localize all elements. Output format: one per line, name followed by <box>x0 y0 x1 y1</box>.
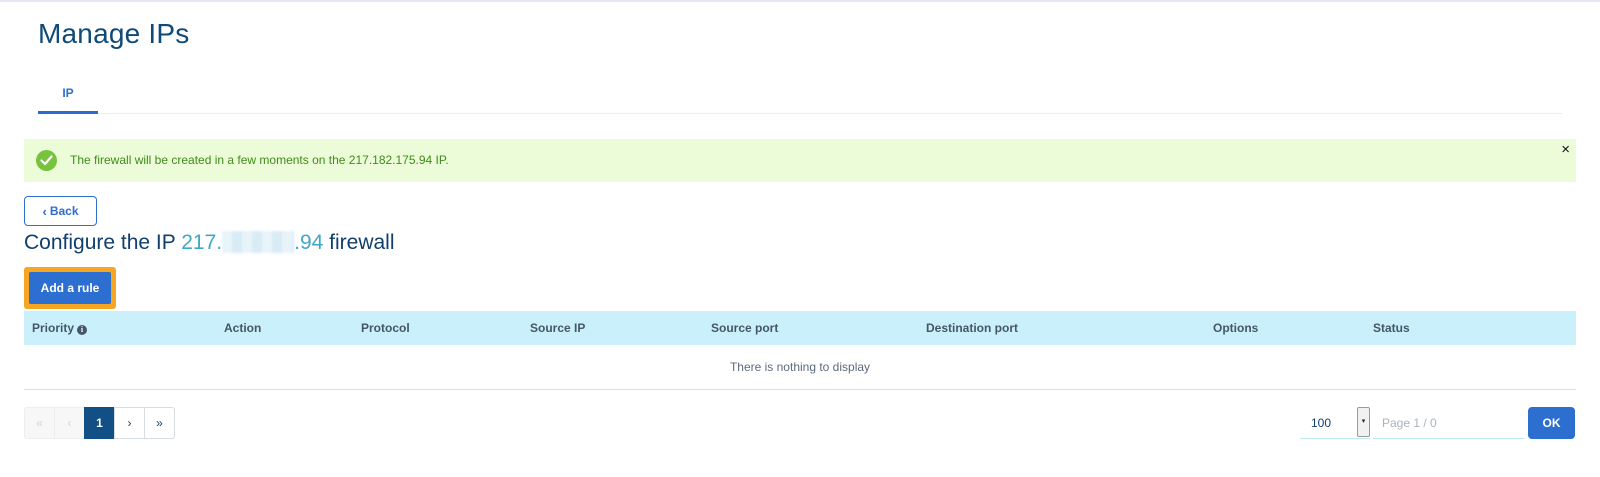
ok-button[interactable]: OK <box>1528 407 1575 439</box>
alert-message: The firewall will be created in a few mo… <box>70 153 449 167</box>
first-page-icon[interactable]: « <box>24 407 55 439</box>
page-title: Manage IPs <box>38 18 190 49</box>
column-source-port[interactable]: Source port <box>711 321 778 335</box>
add-rule-highlight: Add a rule <box>24 267 116 309</box>
column-priority[interactable]: Priority i <box>32 321 88 335</box>
redacted-ip-segment <box>222 231 295 253</box>
back-button-label: Back <box>49 204 79 218</box>
chevron-left-icon: ‹ <box>42 203 47 219</box>
last-page-icon[interactable]: » <box>144 407 175 439</box>
heading-prefix: Configure the IP <box>24 231 176 254</box>
check-circle-icon <box>36 150 57 171</box>
empty-table-message: There is nothing to display <box>24 345 1576 390</box>
page-size-value: 100 <box>1311 416 1332 430</box>
column-action[interactable]: Action <box>224 321 261 335</box>
success-alert: The firewall will be created in a few mo… <box>24 139 1576 182</box>
ip-start: 217. <box>181 231 223 254</box>
back-button[interactable]: ‹ Back <box>24 196 97 226</box>
page-number-current[interactable]: 1 <box>84 407 115 439</box>
ip-end: .94 <box>294 231 324 254</box>
column-status[interactable]: Status <box>1373 321 1410 335</box>
dropdown-caret-icon[interactable]: ▾ <box>1357 407 1370 437</box>
heading-suffix: firewall <box>329 231 395 254</box>
table-header: Priority i Action Protocol Source IP Sour… <box>24 311 1576 345</box>
info-icon[interactable]: i <box>77 325 88 335</box>
top-border <box>0 0 1600 2</box>
configure-firewall-heading: Configure the IP 217. .94 firewall <box>24 231 395 255</box>
add-rule-button[interactable]: Add a rule <box>29 272 111 304</box>
column-options[interactable]: Options <box>1213 321 1258 335</box>
page-number-input[interactable] <box>1373 407 1525 439</box>
firewall-rules-table: Priority i Action Protocol Source IP Sour… <box>24 311 1576 390</box>
tab-bar: IP <box>38 80 1562 114</box>
page-size-select[interactable]: 100 ▾ <box>1300 407 1370 439</box>
ip-address[interactable]: 217. .94 <box>181 231 323 254</box>
close-icon[interactable]: × <box>1561 142 1570 157</box>
tab-ip[interactable]: IP <box>38 80 98 114</box>
pagination: « ‹ 1 › » <box>24 407 175 439</box>
previous-page-icon[interactable]: ‹ <box>54 407 85 439</box>
next-page-icon[interactable]: › <box>114 407 145 439</box>
column-source-ip[interactable]: Source IP <box>530 321 585 335</box>
column-protocol[interactable]: Protocol <box>361 321 410 335</box>
column-priority-label: Priority <box>32 321 75 335</box>
column-destination-port[interactable]: Destination port <box>926 321 1018 335</box>
